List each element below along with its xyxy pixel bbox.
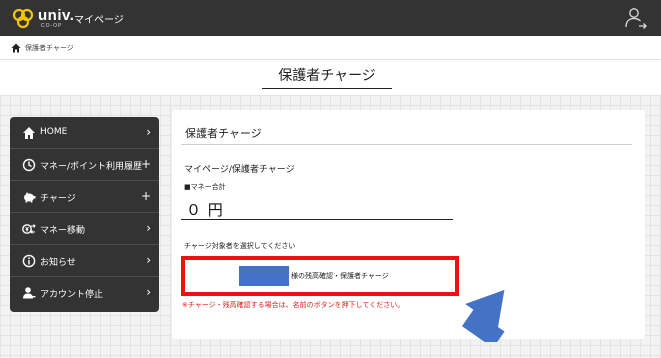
money-total-underline [181, 219, 453, 220]
info-icon [22, 254, 36, 268]
chevron-right-icon: › [146, 125, 151, 139]
sidebar-item-label: マネー/ポイント利用履歴 [40, 162, 143, 172]
sidebar-item-label: HOME [40, 127, 68, 137]
clock-icon [22, 158, 36, 172]
plus-icon: + [140, 189, 151, 203]
chevron-right-icon: › [146, 221, 151, 235]
mypage-link[interactable]: マイページ [74, 11, 124, 26]
chevron-right-icon: › [146, 285, 151, 299]
sidebar-item-home[interactable]: HOME › [10, 117, 159, 149]
sidebar-item-money-transfer[interactable]: マネー移動 › [10, 213, 159, 245]
select-target-label: チャージ対象者を選択してください [184, 242, 296, 250]
charge-target-button[interactable]: 様の残高確認・保護者チャージ [181, 256, 459, 296]
money-transfer-icon [22, 224, 36, 234]
user-logout-icon[interactable] [624, 6, 648, 30]
content-path: マイページ/保護者チャージ [184, 165, 295, 175]
sidebar-item-label: アカウント停止 [40, 290, 104, 300]
sidebar-item-news[interactable]: お知らせ › [10, 245, 159, 277]
account-stop-icon [23, 287, 36, 299]
logo-subtext: CO-OP [41, 23, 63, 29]
plus-icon: + [140, 157, 151, 171]
redacted-name [239, 266, 289, 286]
breadcrumb-current: 保護者チャージ [25, 44, 74, 52]
sidebar-item-label: マネー移動 [40, 226, 86, 236]
sidebar-item-history[interactable]: マネー/ポイント利用履歴 + [10, 149, 159, 181]
pointer-arrow-icon [461, 289, 505, 342]
sidebar-item-label: チャージ [40, 194, 76, 204]
sidebar-item-label: お知らせ [40, 258, 76, 268]
money-total-value: ０ 円 [186, 201, 224, 219]
section-title: 保護者チャージ [185, 127, 262, 140]
logo-text[interactable]: univ. [38, 7, 74, 24]
page-title-underline [262, 88, 392, 89]
breadcrumb [0, 36, 661, 60]
sidebar-menu: HOME › マネー/ポイント利用履歴 + チャージ + マネー移動 › お知ら… [10, 117, 159, 312]
home-icon[interactable] [11, 43, 21, 53]
sidebar-item-charge[interactable]: チャージ + [10, 181, 159, 213]
coop-logo-icon[interactable] [12, 7, 36, 29]
charge-target-label: 様の残高確認・保護者チャージ [291, 272, 389, 280]
page-title: 保護者チャージ [278, 68, 376, 84]
instruction-note: ※チャージ・残高確認する場合は、名前のボタンを押下してください。 [182, 301, 405, 309]
section-divider [181, 144, 632, 145]
piggy-bank-icon [24, 192, 36, 203]
home-icon [23, 127, 35, 139]
chevron-right-icon: › [146, 253, 151, 267]
money-total-label: ■マネー合計 [184, 183, 226, 191]
sidebar-item-account-stop[interactable]: アカウント停止 › [10, 277, 159, 309]
